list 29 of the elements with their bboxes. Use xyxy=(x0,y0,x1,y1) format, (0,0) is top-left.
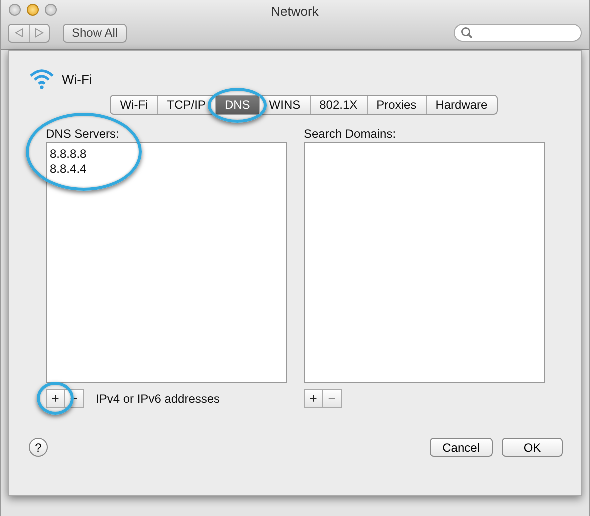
tab[interactable]: 802.1X xyxy=(310,96,367,114)
show-all-button[interactable]: Show All xyxy=(63,24,128,42)
dialog-button[interactable]: OK xyxy=(502,438,563,457)
tab[interactable]: DNS xyxy=(216,96,260,114)
tab[interactable]: WINS xyxy=(260,96,310,114)
dns-servers-list[interactable]: 8.8.8.8 8.8.4.4 xyxy=(46,142,287,383)
help-button[interactable]: ? xyxy=(29,438,48,457)
tab[interactable]: TCP/IP xyxy=(158,96,215,114)
dns-server-entry[interactable]: 8.8.4.4 xyxy=(50,162,87,177)
wifi-icon xyxy=(29,68,55,90)
close-light[interactable] xyxy=(9,4,21,16)
dns-servers-label: DNS Servers: xyxy=(46,127,120,142)
tab[interactable]: Proxies xyxy=(368,96,426,114)
search-icon xyxy=(461,27,473,39)
dialog-button[interactable]: Cancel xyxy=(430,438,493,457)
dns-server-entry[interactable]: 8.8.8.8 xyxy=(50,147,87,162)
zoom-light[interactable] xyxy=(45,4,57,16)
search-domains-label: Search Domains: xyxy=(304,127,398,142)
tab[interactable]: Hardware xyxy=(426,96,497,114)
hint-text: IPv4 or IPv6 addresses xyxy=(96,392,220,406)
add-button[interactable]: + xyxy=(304,389,323,408)
service-name: Wi-Fi xyxy=(62,72,92,86)
search-field[interactable] xyxy=(454,24,582,42)
minimize-light[interactable] xyxy=(27,4,39,16)
add-button[interactable]: + xyxy=(46,389,65,408)
forward-icon xyxy=(35,28,44,38)
window-title: Network xyxy=(271,4,319,18)
tab[interactable]: Wi-Fi xyxy=(111,96,158,114)
back-icon xyxy=(14,28,24,38)
